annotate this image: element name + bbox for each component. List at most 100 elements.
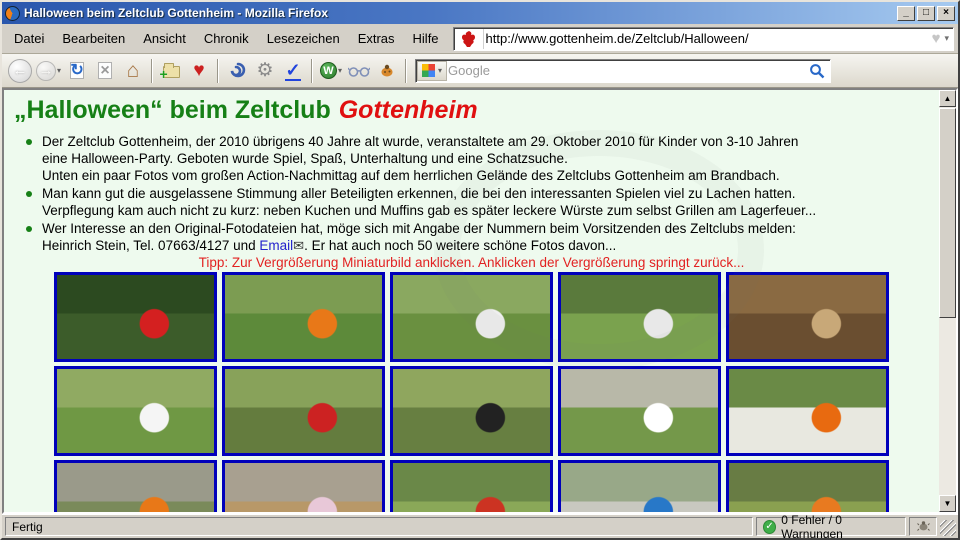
- photo-row: [54, 366, 889, 456]
- w-addon-button[interactable]: W ▾: [318, 57, 344, 85]
- back-button[interactable]: ←: [7, 57, 33, 85]
- vertical-scrollbar[interactable]: ▲ ▼: [939, 90, 956, 512]
- navigation-toolbar: ← → ▾ ↻ × ⌂ + ♥: [2, 54, 958, 88]
- photo-thumbnail[interactable]: [54, 272, 217, 362]
- maximize-button[interactable]: □: [917, 6, 935, 21]
- glasses-icon: [348, 64, 370, 78]
- menu-hilfe[interactable]: Hilfe: [405, 28, 447, 49]
- menu-chronik[interactable]: Chronik: [196, 28, 257, 49]
- photo-thumbnail[interactable]: [222, 366, 385, 456]
- photo-thumbnail[interactable]: [54, 366, 217, 456]
- url-dropdown-icon[interactable]: ▾: [942, 33, 953, 44]
- paragraph-line: Wer Interesse an den Original-Fotodateie…: [42, 220, 939, 237]
- gear-icon: ⚙: [256, 61, 273, 80]
- photo-grid: [54, 272, 889, 512]
- email-link[interactable]: Email: [259, 238, 293, 253]
- close-button[interactable]: ×: [937, 6, 955, 21]
- menu-extras[interactable]: Extras: [350, 28, 403, 49]
- folder-plus-icon: +: [163, 66, 180, 78]
- paragraph-line: Verpflegung kam auch nicht zu kurz: nebe…: [42, 202, 939, 219]
- search-box: ▾: [415, 59, 831, 83]
- new-tab-folder-button[interactable]: +: [158, 57, 184, 85]
- web-page: „Halloween“ beim ZeltclubGottenheim Der …: [4, 90, 939, 512]
- validator-text: 0 Fehler / 0 Warnungen: [781, 513, 899, 540]
- photo-thumbnail[interactable]: [222, 272, 385, 362]
- seahorse-icon: [228, 62, 246, 80]
- page-title: „Halloween“ beim ZeltclubGottenheim: [14, 96, 939, 125]
- photo-thumbnail[interactable]: [558, 366, 721, 456]
- window-title: Halloween beim Zeltclub Gottenheim - Moz…: [24, 6, 895, 20]
- reload-icon: ↻: [70, 62, 84, 79]
- site-favicon-lion-icon[interactable]: [456, 29, 484, 49]
- scroll-up-icon[interactable]: ▲: [939, 90, 956, 107]
- bookmark-heart-icon[interactable]: ♥: [930, 30, 943, 47]
- menu-datei[interactable]: Datei: [6, 28, 52, 49]
- scrollbar-thumb[interactable]: [939, 108, 956, 318]
- validator-panel[interactable]: ✓ 0 Fehler / 0 Warnungen: [756, 517, 906, 536]
- reader-glasses-button[interactable]: [346, 57, 372, 85]
- checkmark-icon: ✓: [285, 61, 300, 81]
- search-input[interactable]: [448, 61, 804, 81]
- reload-button[interactable]: ↻: [64, 57, 90, 85]
- engine-dropdown-icon: ▾: [438, 66, 442, 75]
- list-item: Der Zeltclub Gottenheim, der 2010 übrige…: [26, 133, 939, 184]
- status-bar: Fertig ✓ 0 Fehler / 0 Warnungen: [2, 514, 958, 538]
- search-engine-chip[interactable]: ▾: [417, 61, 447, 81]
- scroll-down-icon[interactable]: ▼: [939, 495, 956, 512]
- paragraph-line: Unten ein paar Fotos vom großen Action-N…: [42, 167, 939, 184]
- stop-button[interactable]: ×: [92, 57, 118, 85]
- photo-thumbnail[interactable]: [390, 272, 553, 362]
- minimize-button[interactable]: _: [897, 6, 915, 21]
- seahorse-addon-button[interactable]: [224, 57, 250, 85]
- w-dropdown-icon: ▾: [338, 66, 342, 75]
- photo-thumbnail[interactable]: [222, 460, 385, 512]
- scrollbar-track[interactable]: [939, 318, 956, 495]
- toolbar-separator: [405, 59, 407, 83]
- contact-text: . Er hat auch noch 50 weitere schöne Fot…: [304, 238, 616, 253]
- photo-thumbnail[interactable]: [726, 366, 889, 456]
- settings-gear-button[interactable]: ⚙: [252, 57, 278, 85]
- status-text-panel: Fertig: [5, 517, 753, 536]
- firebug-status-panel[interactable]: [909, 517, 937, 536]
- w-badge-icon: W: [320, 62, 337, 79]
- menu-lesezeichen[interactable]: Lesezeichen: [259, 28, 348, 49]
- forward-button[interactable]: → ▾: [35, 57, 62, 85]
- heading-green-part: „Halloween“ beim Zeltclub: [14, 96, 331, 124]
- photo-thumbnail[interactable]: [54, 460, 217, 512]
- menu-bar: Datei Bearbeiten Ansicht Chronik Lesezei…: [2, 24, 958, 54]
- menu-ansicht[interactable]: Ansicht: [135, 28, 194, 49]
- validator-ok-icon: ✓: [763, 520, 776, 534]
- home-icon: ⌂: [127, 60, 140, 81]
- menu-bearbeiten[interactable]: Bearbeiten: [54, 28, 133, 49]
- status-text: Fertig: [12, 520, 43, 534]
- browser-window: Halloween beim Zeltclub Gottenheim - Moz…: [0, 0, 960, 540]
- home-button[interactable]: ⌂: [120, 57, 146, 85]
- paragraph-line: Der Zeltclub Gottenheim, der 2010 übrige…: [42, 133, 939, 150]
- back-icon: ←: [8, 59, 32, 83]
- list-item: Wer Interesse an den Original-Fotodateie…: [26, 220, 939, 254]
- photo-thumbnail[interactable]: [558, 272, 721, 362]
- search-magnifier-icon[interactable]: [809, 63, 825, 79]
- heart-icon: ♥: [193, 61, 204, 80]
- titlebar[interactable]: Halloween beim Zeltclub Gottenheim - Moz…: [2, 2, 958, 24]
- toolbar-separator: [217, 59, 219, 83]
- photo-row: [54, 460, 889, 512]
- url-bar: ♥ ▾: [453, 27, 954, 51]
- photo-thumbnail[interactable]: [726, 272, 889, 362]
- photo-thumbnail[interactable]: [558, 460, 721, 512]
- photo-row: [54, 272, 889, 362]
- toolbar-separator: [311, 59, 313, 83]
- photo-thumbnail[interactable]: [390, 460, 553, 512]
- resize-grip[interactable]: [940, 520, 956, 536]
- paragraph-line: Heinrich Stein, Tel. 07663/4127 und Emai…: [42, 237, 939, 254]
- spellcheck-button[interactable]: ✓: [280, 57, 306, 85]
- paragraph-line: eine Halloween-Party. Geboten wurde Spie…: [42, 150, 939, 167]
- ladybug-icon: [379, 63, 395, 79]
- firebug-button[interactable]: [374, 57, 400, 85]
- contact-text: Heinrich Stein, Tel. 07663/4127 und: [42, 238, 259, 253]
- photo-thumbnail[interactable]: [726, 460, 889, 512]
- firefox-icon: [5, 6, 20, 21]
- bookmarks-heart-button[interactable]: ♥: [186, 57, 212, 85]
- photo-thumbnail[interactable]: [390, 366, 553, 456]
- url-input[interactable]: [486, 29, 930, 49]
